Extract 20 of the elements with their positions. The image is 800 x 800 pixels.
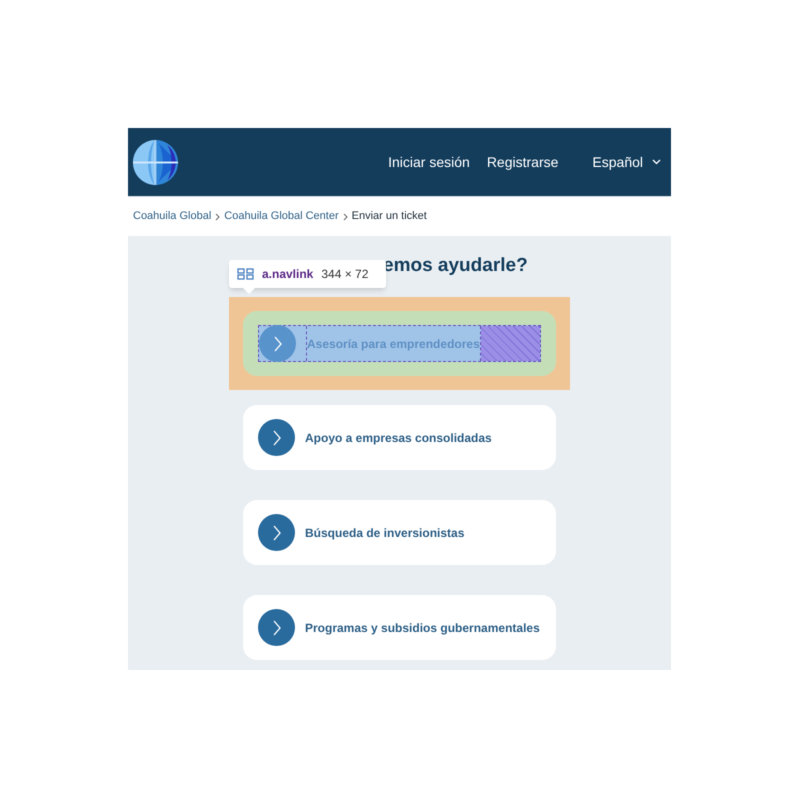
nav-link[interactable]: Registrarse: [486, 152, 558, 172]
hatched-space-overlay: [480, 326, 540, 361]
chevron-right-icon: [342, 212, 348, 220]
option-label: Búsqueda de inversionistas: [305, 524, 464, 542]
element-selector: a.navlink: [262, 266, 314, 283]
breadcrumb-link[interactable]: Coahuila Global Center: [224, 208, 339, 225]
breadcrumb-link[interactable]: Enviar un ticket: [352, 208, 427, 225]
option-label: Programas y subsidios gubernamentales: [305, 620, 540, 636]
option-link[interactable]: Apoyo a empresas consolidadas: [243, 405, 556, 470]
option-link[interactable]: Programas y subsidios gubernamentales: [243, 595, 556, 660]
layout-grid-icon: [237, 268, 254, 280]
element-size: 344 × 72: [321, 266, 368, 283]
option-link[interactable]: Búsqueda de inversionistas: [243, 500, 556, 565]
nav-link[interactable]: Iniciar sesión: [388, 152, 470, 172]
chevron-right-icon: [215, 212, 220, 220]
language-selector[interactable]: Español: [592, 152, 661, 172]
chevron-down-icon: [652, 159, 661, 165]
breadcrumb-link[interactable]: Coahuila Global: [133, 208, 212, 225]
option-label: Apoyo a empresas consolidadas: [305, 430, 492, 446]
globe-logo-icon[interactable]: [132, 138, 179, 186]
